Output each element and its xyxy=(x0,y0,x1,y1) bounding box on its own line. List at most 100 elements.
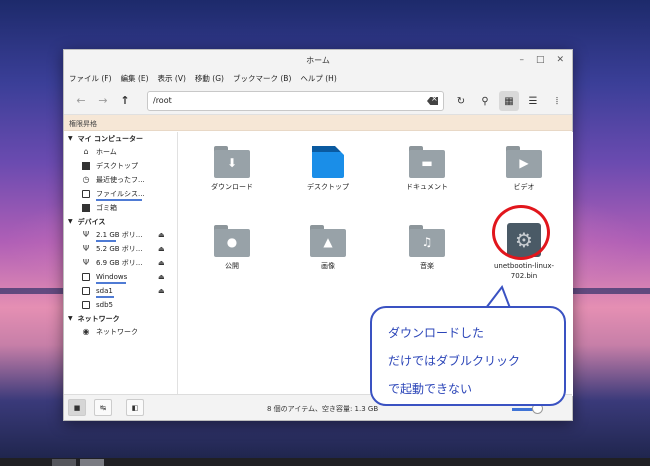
file-item-public[interactable]: ● 公開 xyxy=(187,225,277,271)
eject-icon[interactable]: ⏏ xyxy=(158,259,165,267)
desktop-file-icon xyxy=(312,146,344,178)
sidebar-item-desktop[interactable]: デスクトップ xyxy=(64,159,177,173)
sidebar: ▼ マイ コンピューター ⌂ ホーム デスクトップ ◷ 最近使ったフ... ファ… xyxy=(64,132,178,396)
menubar: ファイル (F) 編集 (E) 表示 (V) 移動 (G) ブックマーク (B)… xyxy=(64,70,572,87)
file-item-pictures[interactable]: ▲ 画像 xyxy=(283,225,373,271)
eject-icon[interactable]: ⏏ xyxy=(158,245,165,253)
taskbar xyxy=(0,458,650,466)
back-arrow-icon: ← xyxy=(76,94,86,107)
file-label: 画像 xyxy=(321,262,335,270)
elevated-privileges-banner: 権限昇格 xyxy=(64,115,572,131)
forward-arrow-icon: → xyxy=(98,94,108,107)
download-folder-icon: ⬇ xyxy=(214,146,250,178)
eject-icon[interactable]: ⏏ xyxy=(158,273,165,281)
sidebar-section-devices[interactable]: ▼ デバイス xyxy=(64,215,177,228)
sidebar-item-home[interactable]: ⌂ ホーム xyxy=(64,145,177,159)
file-label: 公開 xyxy=(225,262,239,270)
maximize-icon[interactable]: □ xyxy=(536,54,545,66)
minimize-icon[interactable]: – xyxy=(519,54,524,66)
sidebar-item-label: 6.9 GB ボリ... xyxy=(96,259,143,267)
list-view-icon: ☰ xyxy=(528,95,538,107)
sidebar-icon: ◧ xyxy=(131,403,139,412)
file-label: ダウンロード xyxy=(211,183,253,191)
sidebar-item-windows[interactable]: Windows ⏏ xyxy=(64,270,177,284)
forward-button[interactable]: → xyxy=(92,91,114,111)
section-label: マイ コンピューター xyxy=(77,134,144,143)
clear-location-icon[interactable] xyxy=(427,97,438,105)
menu-edit[interactable]: 編集 (E) xyxy=(121,73,149,84)
file-label: unetbootin-linux- 702.bin xyxy=(493,262,555,280)
callout-line: ダウンロードした xyxy=(388,326,485,340)
status-text: 8 個のアイテム、空き容量: 1.3 GB xyxy=(267,405,379,413)
menu-file[interactable]: ファイル (F) xyxy=(69,73,112,84)
sidebar-item-sdb5[interactable]: sdb5 xyxy=(64,298,177,312)
menu-bookmarks[interactable]: ブックマーク (B) xyxy=(233,73,291,84)
callout-line: で起動できない xyxy=(388,382,473,396)
file-label: ドキュメント xyxy=(406,183,448,191)
toggle-location-button[interactable]: ↻ xyxy=(451,91,471,111)
toggle-sidebar-button[interactable]: ◧ xyxy=(126,399,144,416)
sidebar-item-label: sdb5 xyxy=(96,301,113,309)
sidebar-item-network[interactable]: ◉ ネットワーク xyxy=(64,325,177,339)
documents-folder-icon: ▬ xyxy=(409,146,445,178)
menu-go[interactable]: 移動 (G) xyxy=(195,73,224,84)
sidebar-section-network[interactable]: ▼ ネットワーク xyxy=(64,312,177,325)
sidebar-item-label: 2.1 GB ボリ... xyxy=(96,231,143,239)
file-label: 音楽 xyxy=(420,262,434,270)
highlight-circle xyxy=(492,205,550,260)
eject-icon[interactable]: ⏏ xyxy=(158,231,165,239)
show-tree-button[interactable]: ↹ xyxy=(94,399,112,416)
file-item-music[interactable]: ♫ 音楽 xyxy=(382,225,472,271)
menu-view[interactable]: 表示 (V) xyxy=(158,73,186,84)
expand-arrow-icon: ▼ xyxy=(68,135,73,142)
window-title: ホーム xyxy=(306,55,330,65)
annotation-callout: ダウンロードした だけではダブルクリック で起動できない xyxy=(370,306,566,406)
search-button[interactable]: ⚲ xyxy=(475,91,495,111)
close-icon[interactable]: ✕ xyxy=(556,54,564,66)
compact-view-icon: ⦙ xyxy=(555,95,559,107)
trash-icon xyxy=(82,204,90,212)
pictures-folder-icon: ▲ xyxy=(310,225,346,257)
toolbar: ← → ↑ /root ↻ ⚲ ▦ ☰ ⦙ xyxy=(64,87,572,115)
public-folder-icon: ● xyxy=(214,225,250,257)
home-icon: ⌂ xyxy=(83,147,89,156)
file-label: デスクトップ xyxy=(307,183,349,191)
sidebar-item-volume-5gb[interactable]: Ψ 5.2 GB ボリ... ⏏ xyxy=(64,242,177,256)
titlebar: ホーム – □ ✕ xyxy=(64,50,572,70)
drive-icon xyxy=(82,301,90,309)
sidebar-item-label: sda1 xyxy=(96,287,113,295)
icon-view-button[interactable]: ▦ xyxy=(499,91,519,111)
show-places-button[interactable]: ■ xyxy=(68,399,86,416)
callout-line: だけではダブルクリック xyxy=(388,354,521,368)
eject-icon[interactable]: ⏏ xyxy=(158,287,165,295)
taskbar-button[interactable] xyxy=(80,459,104,466)
sidebar-item-volume-2gb[interactable]: Ψ 2.1 GB ボリ... ⏏ xyxy=(64,228,177,242)
file-label: ビデオ xyxy=(513,183,535,191)
sidebar-section-my-computer[interactable]: ▼ マイ コンピューター xyxy=(64,132,177,145)
drive-icon xyxy=(82,287,90,295)
menu-help[interactable]: ヘルプ (H) xyxy=(300,73,336,84)
file-item-desktop[interactable]: デスクトップ xyxy=(283,146,373,192)
list-view-button[interactable]: ☰ xyxy=(523,91,543,111)
sidebar-item-label: 最近使ったフ... xyxy=(96,176,145,184)
grid-view-icon: ▦ xyxy=(504,95,514,107)
location-input[interactable]: /root xyxy=(147,91,444,111)
usb-icon: Ψ xyxy=(82,230,90,239)
sidebar-item-trash[interactable]: ゴミ箱 xyxy=(64,201,177,215)
file-item-videos[interactable]: ▶ ビデオ xyxy=(479,146,569,192)
desktop-icon xyxy=(82,162,90,170)
expand-arrow-icon: ▼ xyxy=(68,218,73,225)
zoom-slider-track[interactable] xyxy=(512,408,534,411)
sidebar-item-sda1[interactable]: sda1 ⏏ xyxy=(64,284,177,298)
sidebar-item-recent[interactable]: ◷ 最近使ったフ... xyxy=(64,173,177,187)
tree-icon: ↹ xyxy=(100,403,106,412)
taskbar-button[interactable] xyxy=(52,459,76,466)
sidebar-item-volume-7gb[interactable]: Ψ 6.9 GB ボリ... ⏏ xyxy=(64,256,177,270)
up-button[interactable]: ↑ xyxy=(114,91,136,111)
file-item-documents[interactable]: ▬ ドキュメント xyxy=(382,146,472,192)
file-item-downloads[interactable]: ⬇ ダウンロード xyxy=(187,146,277,192)
drive-icon xyxy=(82,273,90,281)
back-button[interactable]: ← xyxy=(70,91,92,111)
compact-view-button[interactable]: ⦙ xyxy=(547,91,567,111)
sidebar-item-filesystem[interactable]: ファイルシス... xyxy=(64,187,177,201)
